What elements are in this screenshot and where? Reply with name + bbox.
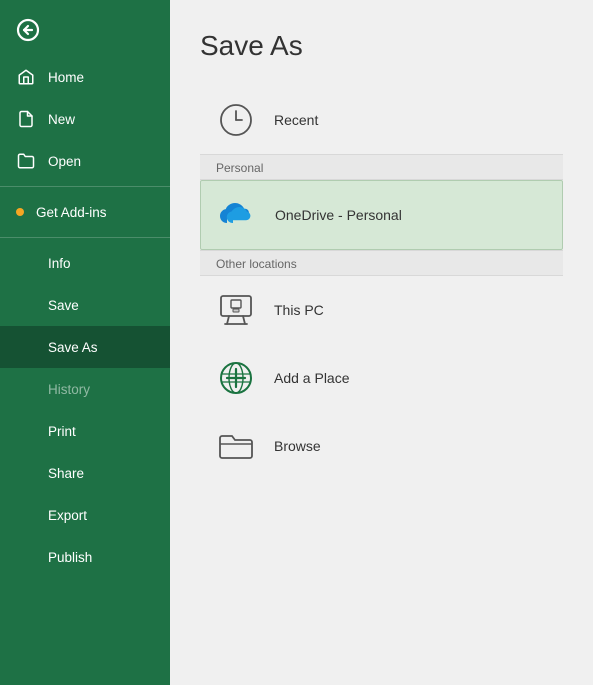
sidebar-item-new[interactable]: New xyxy=(0,98,170,140)
save-browse-label: Browse xyxy=(274,438,321,454)
save-this-pc-label: This PC xyxy=(274,302,324,318)
sidebar-item-info-label: Info xyxy=(16,256,71,271)
save-onedrive-label: OneDrive - Personal xyxy=(275,207,402,223)
sidebar-item-save-as[interactable]: Save As xyxy=(0,326,170,368)
sidebar-item-print[interactable]: Print xyxy=(0,410,170,452)
open-icon xyxy=(16,151,36,171)
sidebar-item-print-label: Print xyxy=(16,424,76,439)
save-browse-item[interactable]: Browse xyxy=(200,412,563,480)
sidebar-item-export-label: Export xyxy=(16,508,87,523)
sidebar-item-home[interactable]: Home xyxy=(0,56,170,98)
sidebar-nav: Home New Open Get Add-in xyxy=(0,56,170,685)
sidebar-divider-1 xyxy=(0,186,170,187)
dot-indicator-icon xyxy=(16,208,24,216)
sidebar-item-get-add-ins[interactable]: Get Add-ins xyxy=(0,191,170,233)
sidebar-item-export[interactable]: Export xyxy=(0,494,170,536)
save-onedrive-item[interactable]: OneDrive - Personal xyxy=(200,180,563,250)
save-recent-label: Recent xyxy=(274,112,318,128)
other-locations-section-label: Other locations xyxy=(200,250,563,276)
back-button[interactable] xyxy=(0,0,170,56)
home-icon xyxy=(16,67,36,87)
main-content: Save As Recent Personal xyxy=(170,0,593,685)
sidebar-item-publish[interactable]: Publish xyxy=(0,536,170,578)
browse-icon xyxy=(216,426,256,466)
this-pc-icon xyxy=(216,290,256,330)
sidebar-item-save-label: Save xyxy=(16,298,79,313)
sidebar-item-publish-label: Publish xyxy=(16,550,92,565)
sidebar-item-info[interactable]: Info xyxy=(0,242,170,284)
personal-section-label: Personal xyxy=(200,154,563,180)
save-add-place-label: Add a Place xyxy=(274,370,350,386)
new-icon xyxy=(16,109,36,129)
sidebar-item-history: History xyxy=(0,368,170,410)
sidebar-item-home-label: Home xyxy=(48,70,84,85)
sidebar-item-save-as-label: Save As xyxy=(16,340,98,355)
recent-icon xyxy=(216,100,256,140)
page-title: Save As xyxy=(200,30,563,62)
sidebar-divider-2 xyxy=(0,237,170,238)
save-this-pc-item[interactable]: This PC xyxy=(200,276,563,344)
save-recent-item[interactable]: Recent xyxy=(200,86,563,154)
sidebar-item-save[interactable]: Save xyxy=(0,284,170,326)
sidebar: Home New Open Get Add-in xyxy=(0,0,170,685)
sidebar-item-open[interactable]: Open xyxy=(0,140,170,182)
add-place-icon xyxy=(216,358,256,398)
sidebar-item-history-label: History xyxy=(16,382,90,397)
save-section: Recent Personal OneDrive - Personal Othe… xyxy=(200,86,563,480)
save-add-place-item[interactable]: Add a Place xyxy=(200,344,563,412)
sidebar-item-open-label: Open xyxy=(48,154,81,169)
sidebar-item-new-label: New xyxy=(48,112,75,127)
onedrive-icon xyxy=(217,195,257,235)
sidebar-item-get-add-ins-label: Get Add-ins xyxy=(36,205,107,220)
sidebar-item-share-label: Share xyxy=(16,466,84,481)
sidebar-item-share[interactable]: Share xyxy=(0,452,170,494)
